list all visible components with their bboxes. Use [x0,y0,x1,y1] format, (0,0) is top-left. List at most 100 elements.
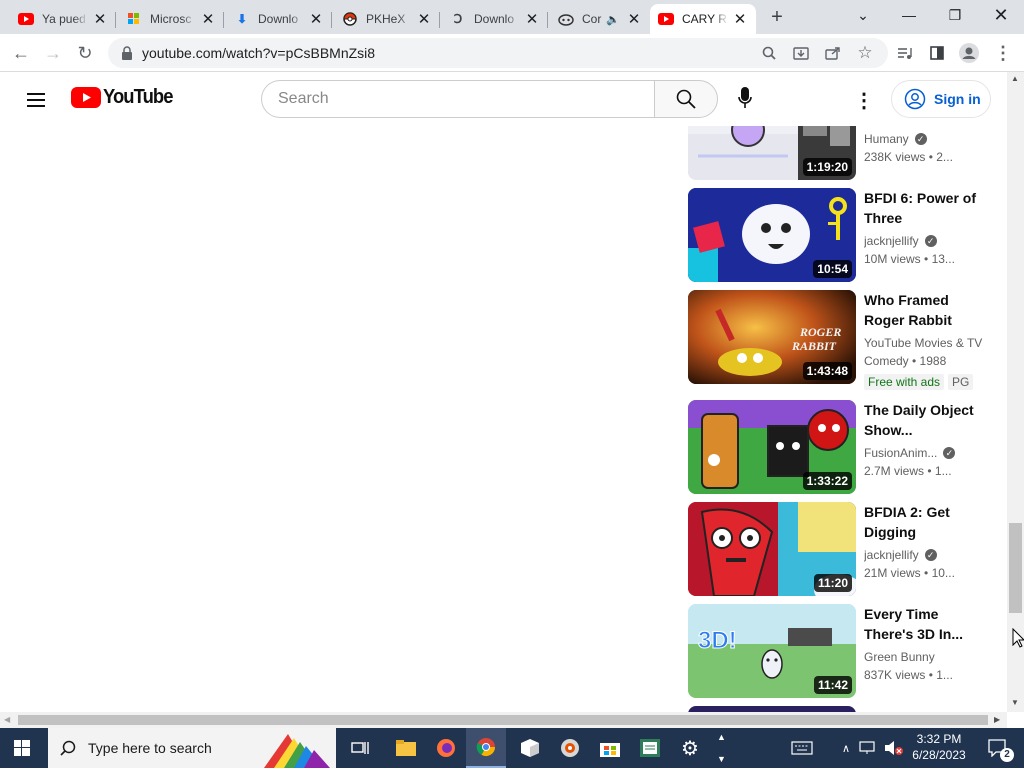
video-stats: 2.7M views • 1... [864,464,952,478]
channel-label[interactable]: Green Bunny [864,648,935,666]
channel-label[interactable]: Humany [864,130,909,148]
tab-active[interactable]: CARY R ✕ [650,4,756,34]
taskbar-clock[interactable]: 3:32 PM 6/28/2023 [906,731,972,763]
reload-button[interactable]: ↻ [72,40,98,66]
url-text[interactable]: youtube.com/watch?v=pCsBBMnZsi8 [142,45,375,61]
new-tab-button[interactable]: + [762,2,792,32]
close-icon[interactable]: ✕ [524,10,540,28]
keyboard-icon[interactable] [782,728,822,768]
close-icon[interactable]: ✕ [92,10,108,28]
browser-menu-icon[interactable]: ⋮ [990,40,1016,66]
tab-6[interactable]: Cor 🔈 ✕ [550,4,650,34]
video-title[interactable]: BFDI 6: Power of Three [864,188,989,228]
side-panel-icon[interactable] [924,40,950,66]
chrome-icon[interactable] [466,728,506,768]
close-window-button[interactable]: ✕ [978,0,1024,30]
channel-label[interactable]: FusionAnim... [864,444,937,462]
channel-name[interactable]: jacknjellify ✓ [864,232,989,250]
upload-age: 2... [936,150,953,164]
install-app-icon[interactable] [792,44,810,62]
chevron-down-icon[interactable]: ▼ [717,754,726,764]
video-thumbnail[interactable]: 10:54 [688,188,856,282]
video-stats: 238K views • 2... [864,150,953,164]
channel-name[interactable]: YouTube Movies & TV [864,334,992,352]
file-explorer-icon[interactable] [386,728,426,768]
notepad-app-icon[interactable] [630,728,670,768]
share-icon[interactable] [824,44,842,62]
video-thumbnail[interactable]: ROGER RABBIT 1:43:48 [688,290,856,384]
close-icon[interactable]: ✕ [732,10,748,28]
lock-icon[interactable] [118,44,136,62]
tab-4[interactable]: PKHeX ✕ [334,4,440,34]
search-button[interactable] [654,80,718,118]
video-title[interactable]: Every Time There's 3D In... [864,604,989,644]
channel-label[interactable]: jacknjellify [864,232,919,250]
video-thumbnail[interactable]: 1:33:22 [688,400,856,494]
youtube-logo[interactable]: YouTube [71,86,179,109]
scrollbar-thumb[interactable] [1009,523,1022,613]
forward-button[interactable]: → [40,40,66,66]
zoom-icon[interactable] [760,44,778,62]
channel-name[interactable]: Green Bunny [864,648,989,666]
close-icon[interactable]: ✕ [626,10,642,28]
volume-muted-icon[interactable] [882,728,906,768]
channel-label[interactable]: YouTube Movies & TV [864,334,982,352]
hamburger-menu-icon[interactable] [24,88,48,112]
scroll-right-arrow-icon[interactable]: ▶ [994,715,1000,724]
vertical-scrollbar[interactable]: ▲ ▼ [1007,72,1024,712]
tab-5[interactable]: Ↄ Downlo ✕ [442,4,548,34]
microsoft-store-icon[interactable] [590,728,630,768]
action-center-icon[interactable]: 2 [978,728,1018,768]
tab-3[interactable]: ⬇ Downlo ✕ [226,4,332,34]
microphone-icon[interactable] [733,87,757,111]
profile-avatar-icon[interactable] [956,40,982,66]
bookmark-star-icon[interactable]: ☆ [856,43,874,62]
sign-in-button[interactable]: Sign in [891,80,991,118]
video-thumbnail[interactable]: 11:20 [688,502,856,596]
windows-start-icon[interactable] [2,728,42,768]
show-hidden-icons-chevron-icon[interactable]: ∧ [836,728,856,768]
channel-name[interactable]: Humany ✓ [864,130,989,148]
tab-search-icon[interactable]: ⌄ [840,0,886,30]
minimize-button[interactable]: — [886,0,932,30]
scroll-up-arrow-icon[interactable]: ▲ [1011,74,1019,83]
video-thumbnail[interactable]: 1:19:20 [688,126,856,180]
video-title[interactable]: Who Framed Roger Rabbit [864,290,992,330]
tab-1[interactable]: Ya pued ✕ [10,4,116,34]
scroll-down-arrow-icon[interactable]: ▼ [1011,698,1019,707]
close-icon[interactable]: ✕ [200,10,216,28]
firefox-icon[interactable] [426,728,466,768]
taskbar-scroll-control[interactable]: ▲ ▼ [714,728,728,768]
channel-label[interactable]: jacknjellify [864,546,919,564]
upload-age: 10... [931,566,955,580]
video-title[interactable]: BFDIA 2: Get Digging [864,502,989,542]
back-button[interactable]: ← [8,40,34,66]
package-app-icon[interactable] [510,728,550,768]
network-icon[interactable] [856,728,880,768]
taskbar-search-box[interactable]: Type here to search [48,728,336,768]
audio-playing-icon[interactable]: 🔈 [606,13,620,26]
settings-menu-icon[interactable]: ⋮ [852,88,876,112]
close-icon[interactable]: ✕ [308,10,324,28]
upload-age: 13... [931,252,955,266]
address-bar[interactable]: youtube.com/watch?v=pCsBBMnZsi8 ☆ [108,38,888,68]
video-thumbnail[interactable]: 3D! 11:42 [688,604,856,698]
media-control-icon[interactable] [892,40,918,66]
media-player-icon[interactable] [550,728,590,768]
chevron-up-icon[interactable]: ▲ [717,732,726,742]
restore-button[interactable]: ❐ [932,0,978,30]
hscrollbar-thumb[interactable] [18,715,988,725]
scroll-left-arrow-icon[interactable]: ◀ [4,715,10,724]
tab-2[interactable]: Microsc ✕ [118,4,224,34]
channel-name[interactable]: FusionAnim... ✓ [864,444,989,462]
settings-gear-icon[interactable]: ⚙ [670,728,710,768]
search-input[interactable]: Search [261,80,655,118]
video-stats: 837K views • 1... [864,668,953,682]
view-count: 837K views [864,668,926,682]
horizontal-scrollbar[interactable]: ◀ ▶ [0,712,1007,728]
video-title[interactable]: The Daily Object Show... [864,400,989,440]
browser-toolbar: ← → ↻ youtube.com/watch?v=pCsBBMnZsi8 ☆ … [0,34,1024,72]
task-view-icon[interactable] [340,728,380,768]
close-icon[interactable]: ✕ [416,10,432,28]
channel-name[interactable]: jacknjellify ✓ [864,546,989,564]
